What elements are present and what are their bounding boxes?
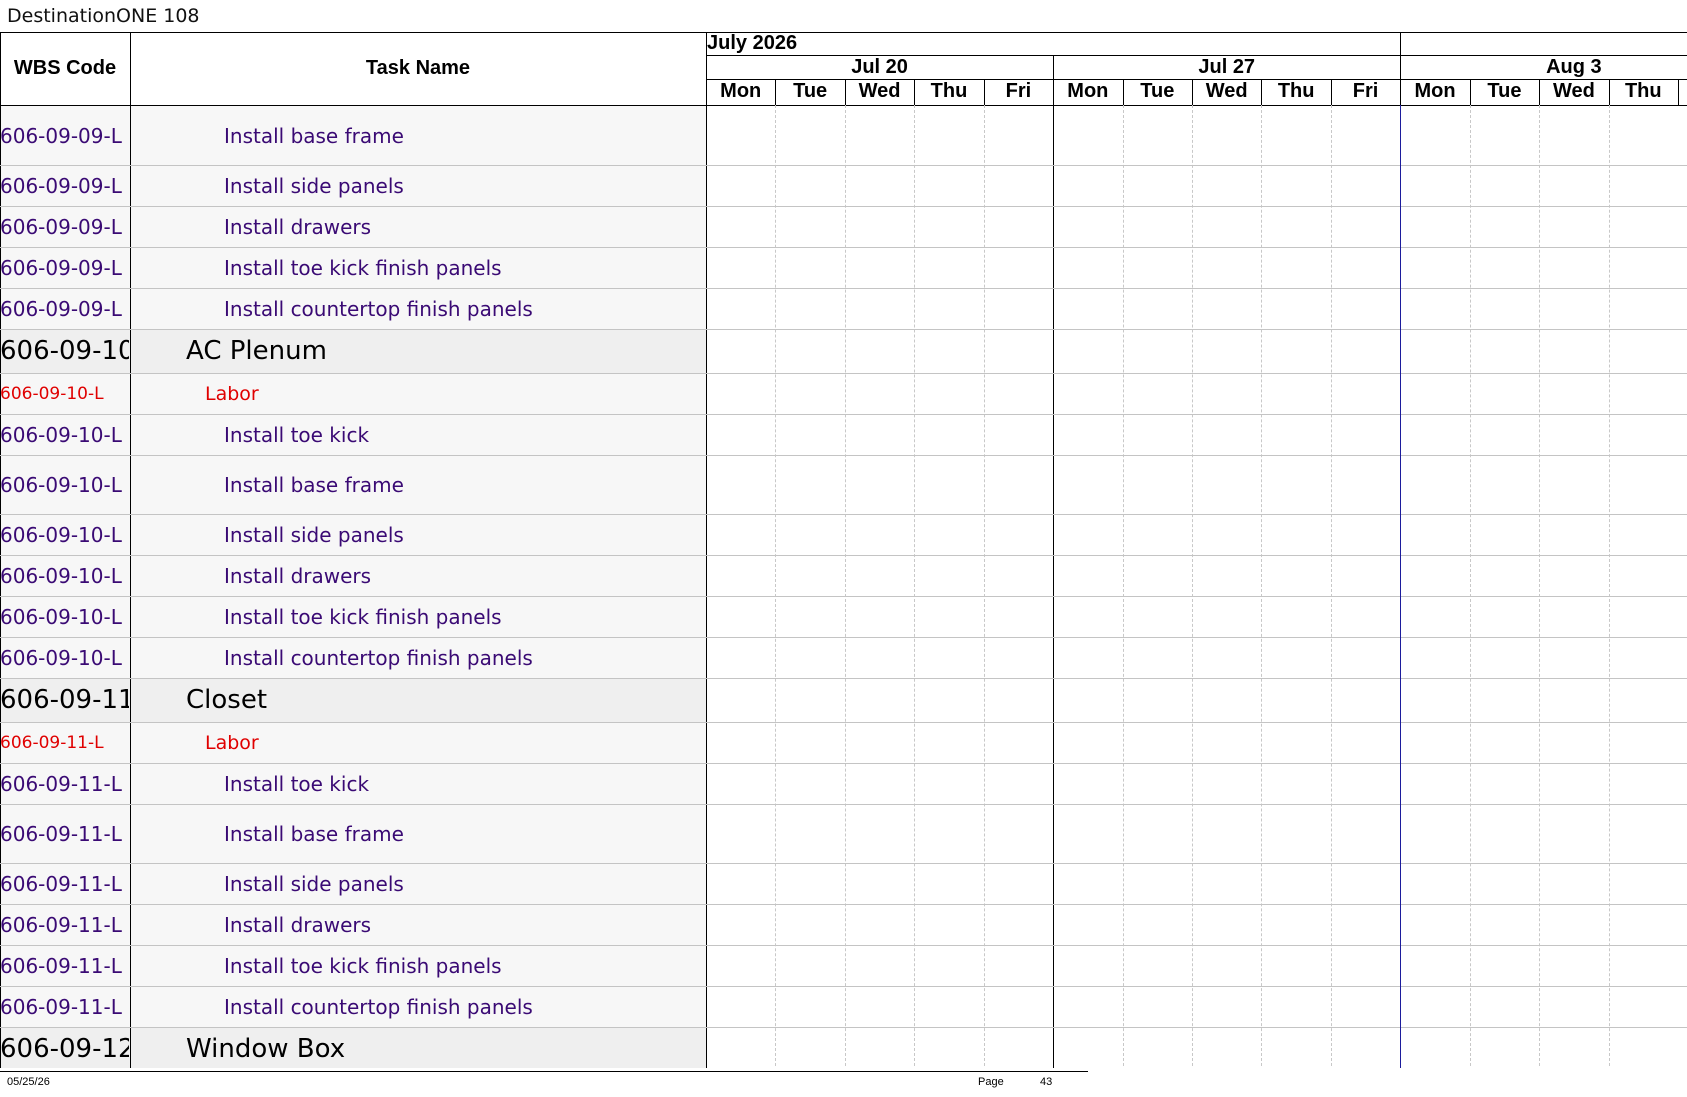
wbs-code-cell[interactable]: 606-09-10-L 0 [0,637,129,678]
day-gridline [1470,105,1471,1068]
day-gridline [775,105,776,1068]
day-label: Tue [1140,80,1175,102]
day-gridline [1192,105,1193,1068]
day-label: Mon [1067,80,1109,102]
task-name-cell[interactable]: Closet [131,678,705,722]
footer-page-number: 43 [1040,1076,1053,1088]
day-label: Mon [720,80,762,102]
wbs-code-cell[interactable]: 606-09-09-L 0 [0,247,129,288]
wbs-code-cell[interactable]: 606-09-09-L 0 [0,288,129,329]
day-label: Wed [1205,80,1248,102]
task-name-cell[interactable]: Install countertop finish panels [131,288,705,329]
day-gridline [914,105,915,1068]
task-name-cell[interactable]: Install base frame [131,455,705,514]
day-label: Mon [1414,80,1456,102]
wbs-code-cell[interactable]: 606-09-10-L 0 [0,455,129,514]
gantt-grid: 606-09-09-L 0 Install base frame 606-09-09… [0,32,1687,1068]
day-label: Fri [1352,80,1379,102]
day-gridline [1261,105,1262,1068]
wbs-code-cell[interactable]: 606-09-11 [0,678,129,722]
task-name-cell[interactable]: Labor [131,373,705,414]
task-name-cell[interactable]: Install countertop finish panels [131,637,705,678]
app-title: DestinationONE 108 [7,5,200,27]
day-label: Wed [858,80,901,102]
task-name-cell[interactable]: Install toe kick finish panels [131,247,705,288]
task-name-cell[interactable]: AC Plenum [131,329,705,373]
wbs-code-cell[interactable]: 606-09-10-L 0 [0,514,129,555]
status-date-line [1400,105,1401,1068]
day-label: Thu [1277,80,1315,102]
task-name-cell[interactable]: Install base frame [131,804,705,863]
week-label: Jul 20 [851,56,908,78]
task-name-cell[interactable]: Install side panels [131,863,705,904]
wbs-code-cell[interactable]: 606-09-10-L 0 [0,596,129,637]
day-label: Fri [1005,80,1032,102]
task-name-cell[interactable]: Labor [131,722,705,763]
day-gridline [984,105,985,1068]
day-gridline [1331,105,1332,1068]
day-label: Thu [1624,80,1662,102]
task-name-cell[interactable]: Install drawers [131,904,705,945]
task-name-cell[interactable]: Install toe kick finish panels [131,945,705,986]
month-header: July 2026 [707,32,798,54]
wbs-code-cell[interactable]: 606-09-10-L 0 [0,414,129,455]
wbs-code-cell[interactable]: 606-09-11-L 0 [0,804,129,863]
month-divider [1400,32,1401,55]
task-name-cell[interactable]: Install side panels [131,165,705,206]
day-gridline [1123,105,1124,1068]
wbs-code-cell[interactable]: 606-09-11-L 0 [0,863,129,904]
day-label: Tue [793,80,828,102]
wbs-code-cell[interactable]: 606-09-11-L [0,722,129,763]
day-gridline [845,105,846,1068]
day-gridline [1609,105,1610,1068]
wbs-code-cell[interactable]: 606-09-10-L 0 [0,555,129,596]
week-label: Jul 27 [1198,56,1256,78]
task-name-header[interactable]: Task Name [130,32,706,105]
week-gridline [1053,105,1054,1068]
footer-print-date: 05/25/26 [7,1076,50,1088]
wbs-code-cell[interactable]: 606-09-11-L 0 [0,763,129,804]
task-name-cell[interactable]: Install side panels [131,514,705,555]
wbs-code-cell[interactable]: 606-09-11-L 0 [0,904,129,945]
wbs-code-cell[interactable]: 606-09-10 [0,329,129,373]
week-gridline [1400,105,1401,1068]
task-name-cell[interactable]: Install toe kick [131,414,705,455]
task-name-cell[interactable]: Install toe kick [131,763,705,804]
task-name-cell[interactable]: Install base frame [131,106,705,165]
wbs-code-cell[interactable]: 606-09-10-L [0,373,129,414]
week-label: Aug 3 [1546,56,1602,78]
wbs-code-cell[interactable]: 606-09-09-L 0 [0,106,129,165]
task-name-cell[interactable]: Install drawers [131,206,705,247]
task-name-cell[interactable]: Install countertop finish panels [131,986,705,1027]
wbs-code-cell[interactable]: 606-09-09-L 0 [0,165,129,206]
day-label: Tue [1487,80,1522,102]
footer-page-label: Page [978,1076,1004,1088]
wbs-code-cell[interactable]: 606-09-12 [0,1027,129,1068]
day-label: Thu [930,80,968,102]
wbs-code-header[interactable]: WBS Code [0,32,130,105]
task-name-cell[interactable]: Install toe kick finish panels [131,596,705,637]
timescale-divider [1678,79,1679,105]
column-divider [706,32,707,1068]
footer-divider [0,1071,1088,1072]
task-name-cell[interactable]: Window Box [131,1027,705,1068]
day-gridline [1539,105,1540,1068]
wbs-code-cell[interactable]: 606-09-11-L 0 [0,986,129,1027]
wbs-code-cell[interactable]: 606-09-09-L 0 [0,206,129,247]
day-label: Wed [1552,80,1595,102]
task-name-cell[interactable]: Install drawers [131,555,705,596]
wbs-code-cell[interactable]: 606-09-11-L 0 [0,945,129,986]
